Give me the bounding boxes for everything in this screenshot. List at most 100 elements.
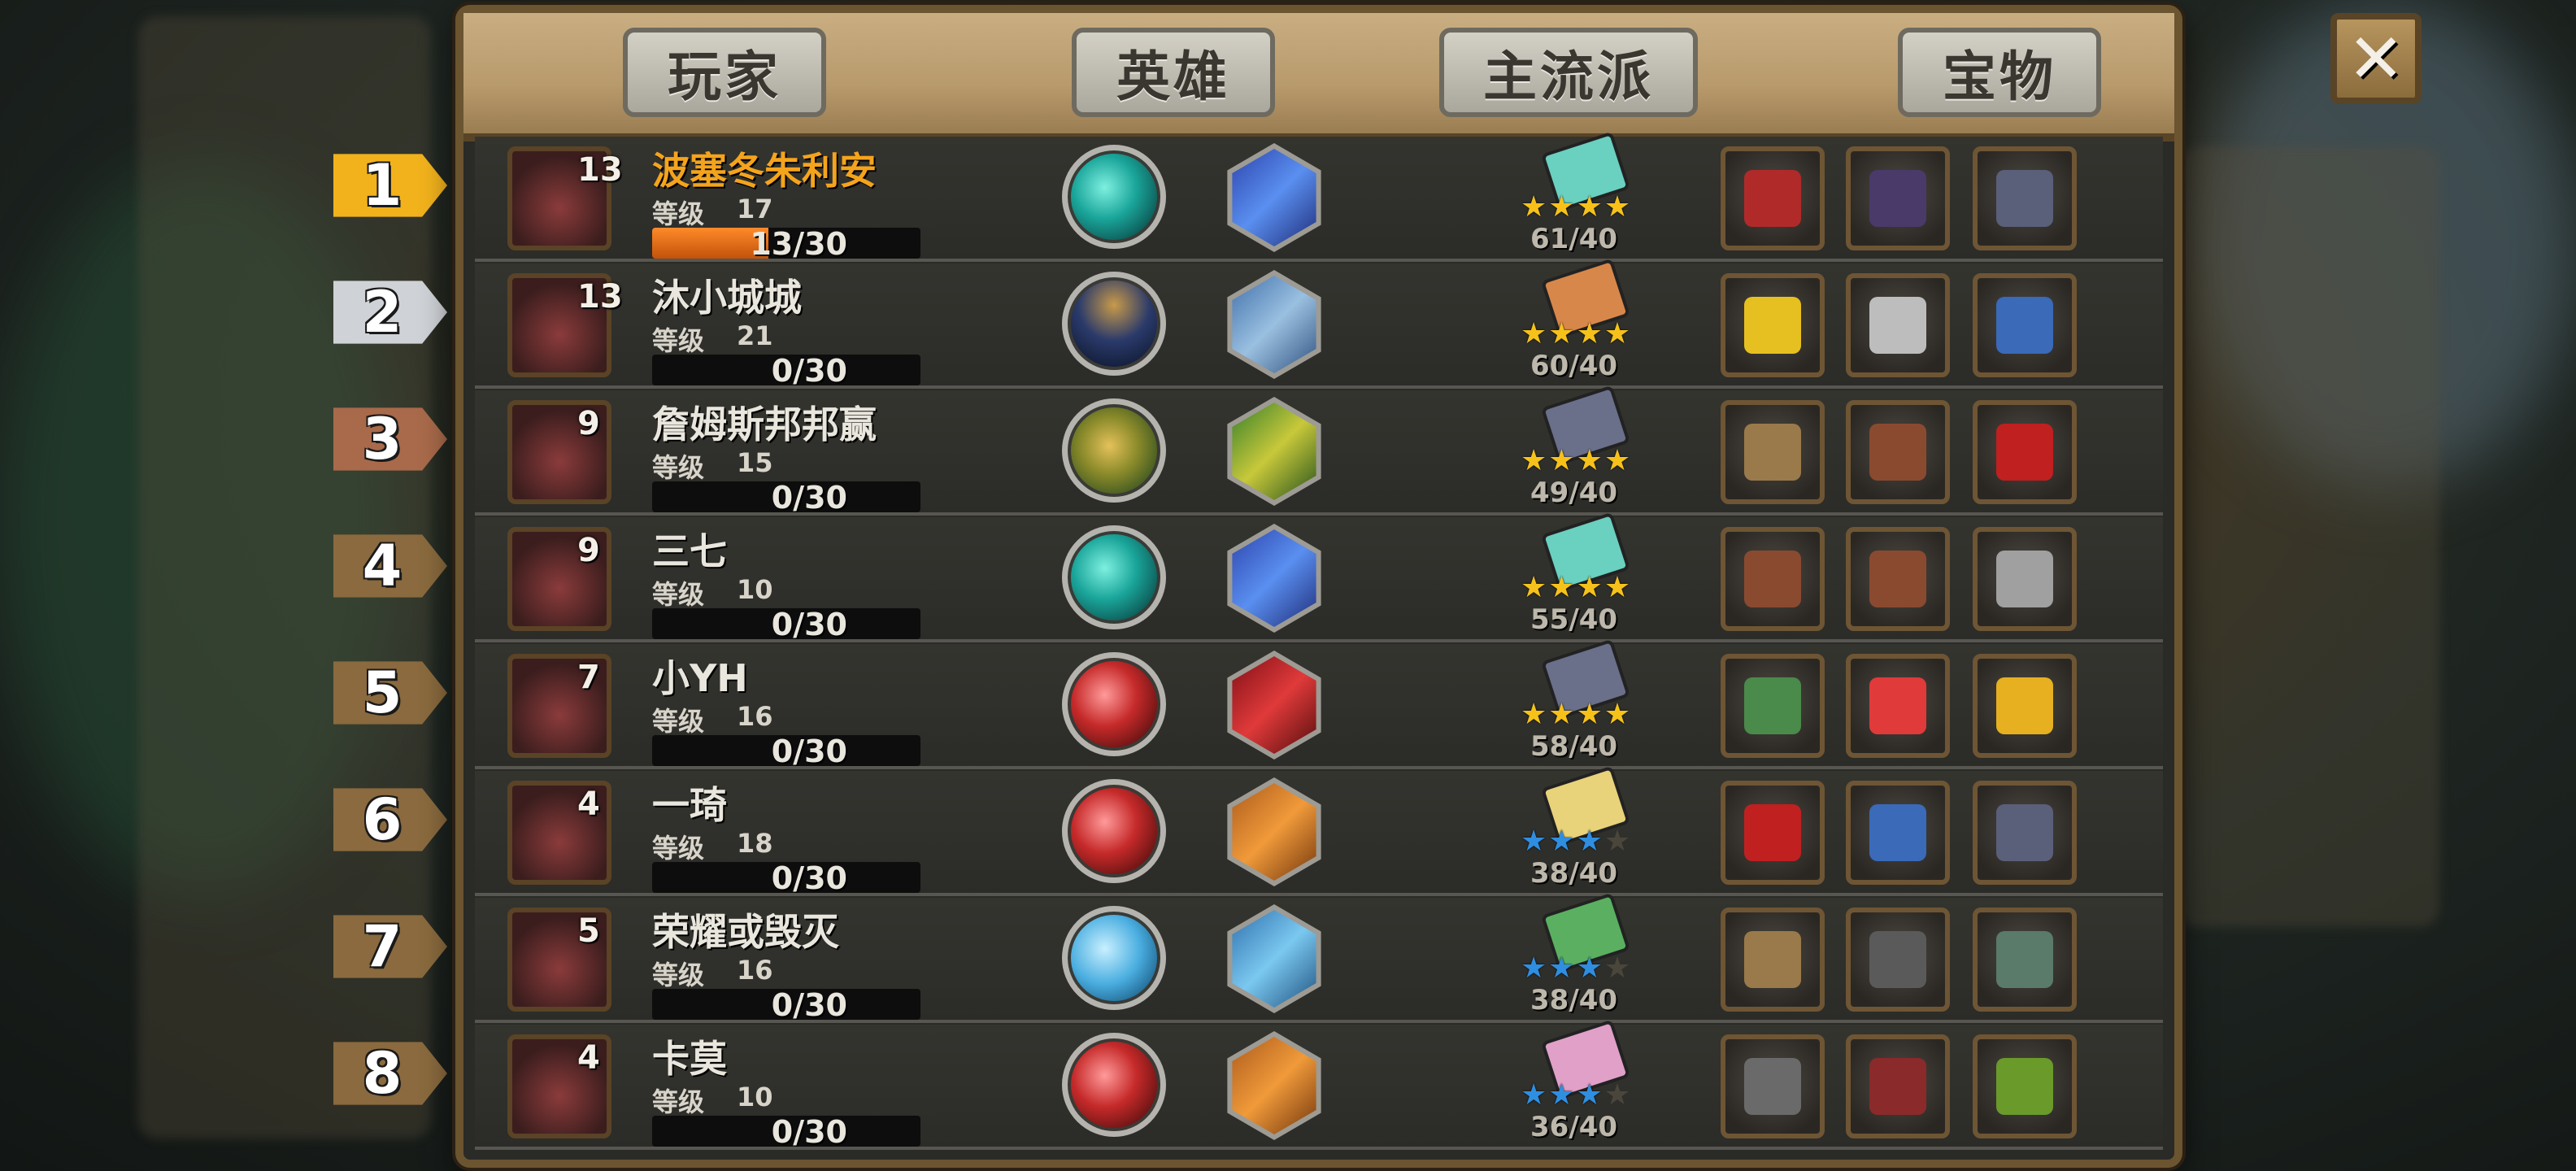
player-row[interactable]: 13 沐小城城 等级 21 0/30 ★★★★ 60/40 bbox=[475, 258, 2163, 389]
bronze-coin-icon bbox=[1996, 931, 2053, 988]
hero-portrait[interactable]: 5 bbox=[507, 908, 611, 1012]
star-icon: ★ bbox=[1603, 1078, 1633, 1112]
leaderboard-header: 玩家 英雄 主流派 宝物 bbox=[463, 13, 2174, 141]
grade-value: 17 bbox=[737, 194, 773, 224]
star-icon: ★ bbox=[1521, 1078, 1549, 1112]
treasure-slot[interactable] bbox=[1721, 908, 1825, 1012]
hero-portrait[interactable]: 9 bbox=[507, 527, 611, 631]
treasure-slot[interactable] bbox=[1846, 1034, 1950, 1138]
player-name: 小YH bbox=[652, 656, 748, 700]
player-name: 一琦 bbox=[652, 783, 727, 827]
treasure-slot[interactable] bbox=[1973, 527, 2077, 631]
star-icon: ★ bbox=[1576, 571, 1604, 604]
player-row[interactable]: 4 卡莫 等级 10 0/30 ★★★★ 36/40 bbox=[475, 1019, 2163, 1150]
player-row[interactable]: 13 波塞冬朱利安 等级 17 13/30 ★★★★ 61/40 bbox=[475, 131, 2163, 262]
treasure-slot[interactable] bbox=[1973, 273, 2077, 377]
player-row[interactable]: 7 小YH 等级 16 0/30 ★★★★ 58/40 bbox=[475, 638, 2163, 769]
player-row[interactable]: 5 荣耀或毁灭 等级 16 0/30 ★★★★ 38/40 bbox=[475, 892, 2163, 1023]
treasure-slot[interactable] bbox=[1846, 400, 1950, 504]
hero-portrait[interactable]: 4 bbox=[507, 781, 611, 885]
treasure-slot[interactable] bbox=[1973, 781, 2077, 885]
hero-orb-icon[interactable] bbox=[1062, 906, 1166, 1010]
tab-treasure[interactable]: 宝物 bbox=[1898, 28, 2101, 117]
leather-armor-icon bbox=[1869, 424, 1926, 481]
hero-skill-hex-icon[interactable] bbox=[1227, 270, 1321, 379]
tab-hero[interactable]: 英雄 bbox=[1072, 28, 1275, 117]
xp-text: 0/30 bbox=[772, 989, 847, 1020]
star-icon: ★ bbox=[1603, 951, 1633, 985]
hero-portrait[interactable]: 4 bbox=[507, 1034, 611, 1138]
star-icon: ★ bbox=[1521, 698, 1549, 731]
treasure-slot[interactable] bbox=[1721, 146, 1825, 250]
treasure-slot[interactable] bbox=[1721, 400, 1825, 504]
treasure-slot[interactable] bbox=[1973, 908, 2077, 1012]
hero-skill-hex-icon[interactable] bbox=[1227, 143, 1321, 252]
xp-text: 0/30 bbox=[772, 1116, 847, 1147]
hex-fill bbox=[1232, 403, 1316, 500]
hex-fill bbox=[1232, 656, 1316, 754]
treasure-slot[interactable] bbox=[1846, 654, 1950, 758]
player-row[interactable]: 4 一琦 等级 18 0/30 ★★★★ 38/40 bbox=[475, 765, 2163, 896]
treasure-slot[interactable] bbox=[1973, 1034, 2077, 1138]
treasure-slot[interactable] bbox=[1721, 273, 1825, 377]
hero-skill-hex-icon[interactable] bbox=[1227, 651, 1321, 760]
hero-orb-icon[interactable] bbox=[1062, 272, 1166, 376]
tab-main-school[interactable]: 主流派 bbox=[1439, 28, 1698, 117]
player-row[interactable]: 9 三七 等级 10 0/30 ★★★★ 55/40 bbox=[475, 511, 2163, 642]
treasure-slot[interactable] bbox=[1973, 146, 2077, 250]
hero-level-badge: 4 bbox=[577, 1039, 600, 1077]
hero-orb-icon[interactable] bbox=[1062, 525, 1166, 629]
hero-orb-icon[interactable] bbox=[1062, 652, 1166, 756]
twin-blade-icon bbox=[1869, 170, 1926, 227]
spell-book-icon bbox=[1996, 170, 2053, 227]
star-icon: ★ bbox=[1548, 951, 1577, 985]
treasure-slot[interactable] bbox=[1721, 654, 1825, 758]
xp-total: /30 bbox=[793, 355, 847, 385]
treasure-slot[interactable] bbox=[1721, 1034, 1825, 1138]
skull-ring-icon bbox=[1869, 297, 1926, 354]
star-icon: ★ bbox=[1521, 190, 1549, 224]
player-name: 詹姆斯邦邦赢 bbox=[652, 403, 877, 446]
hero-orb-icon[interactable] bbox=[1062, 1033, 1166, 1137]
treasure-slot[interactable] bbox=[1846, 908, 1950, 1012]
gold-ingot-icon bbox=[1996, 677, 2053, 734]
treasure-slot[interactable] bbox=[1846, 146, 1950, 250]
grade-label: 等级 bbox=[652, 325, 705, 356]
star-icon: ★ bbox=[1521, 825, 1549, 858]
star-icon: ★ bbox=[1548, 825, 1577, 858]
treasure-slot[interactable] bbox=[1973, 654, 2077, 758]
hero-orb-icon[interactable] bbox=[1062, 398, 1166, 503]
grade-label: 等级 bbox=[652, 452, 705, 483]
close-button[interactable]: ✕ bbox=[2330, 13, 2422, 104]
hex-fill bbox=[1232, 910, 1316, 1008]
hero-orb-icon[interactable] bbox=[1062, 145, 1166, 249]
hero-orb-icon[interactable] bbox=[1062, 779, 1166, 883]
hero-skill-hex-icon[interactable] bbox=[1227, 1031, 1321, 1140]
hero-portrait[interactable]: 13 bbox=[507, 146, 623, 250]
treasure-slot[interactable] bbox=[1846, 527, 1950, 631]
hero-skill-hex-icon[interactable] bbox=[1227, 524, 1321, 633]
treasure-slot[interactable] bbox=[1973, 400, 2077, 504]
school-stars: ★★★★ bbox=[1521, 698, 1632, 731]
player-row[interactable]: 9 詹姆斯邦邦赢 等级 15 0/30 ★★★★ 49/40 bbox=[475, 385, 2163, 516]
school-stars: ★★★★ bbox=[1521, 317, 1632, 350]
hero-portrait[interactable]: 9 bbox=[507, 400, 611, 504]
treasure-slot[interactable] bbox=[1846, 273, 1950, 377]
treasure-slot[interactable] bbox=[1721, 527, 1825, 631]
xp-bar: 0/30 bbox=[652, 481, 920, 512]
hero-skill-hex-icon[interactable] bbox=[1227, 777, 1321, 886]
star-icon: ★ bbox=[1548, 317, 1577, 350]
treasure-slot[interactable] bbox=[1846, 781, 1950, 885]
hex-fill bbox=[1232, 529, 1316, 627]
treasure-slot[interactable] bbox=[1721, 781, 1825, 885]
hero-skill-hex-icon[interactable] bbox=[1227, 904, 1321, 1013]
tab-player[interactable]: 玩家 bbox=[623, 28, 826, 117]
school-stars: ★★★★ bbox=[1521, 444, 1632, 477]
grade-value: 16 bbox=[737, 955, 773, 986]
grade-label: 等级 bbox=[652, 579, 705, 610]
xp-text: 0/30 bbox=[772, 735, 847, 766]
hero-portrait[interactable]: 7 bbox=[507, 654, 611, 758]
hero-skill-hex-icon[interactable] bbox=[1227, 397, 1321, 506]
xp-text: 0/30 bbox=[772, 355, 847, 385]
hero-portrait[interactable]: 13 bbox=[507, 273, 623, 377]
